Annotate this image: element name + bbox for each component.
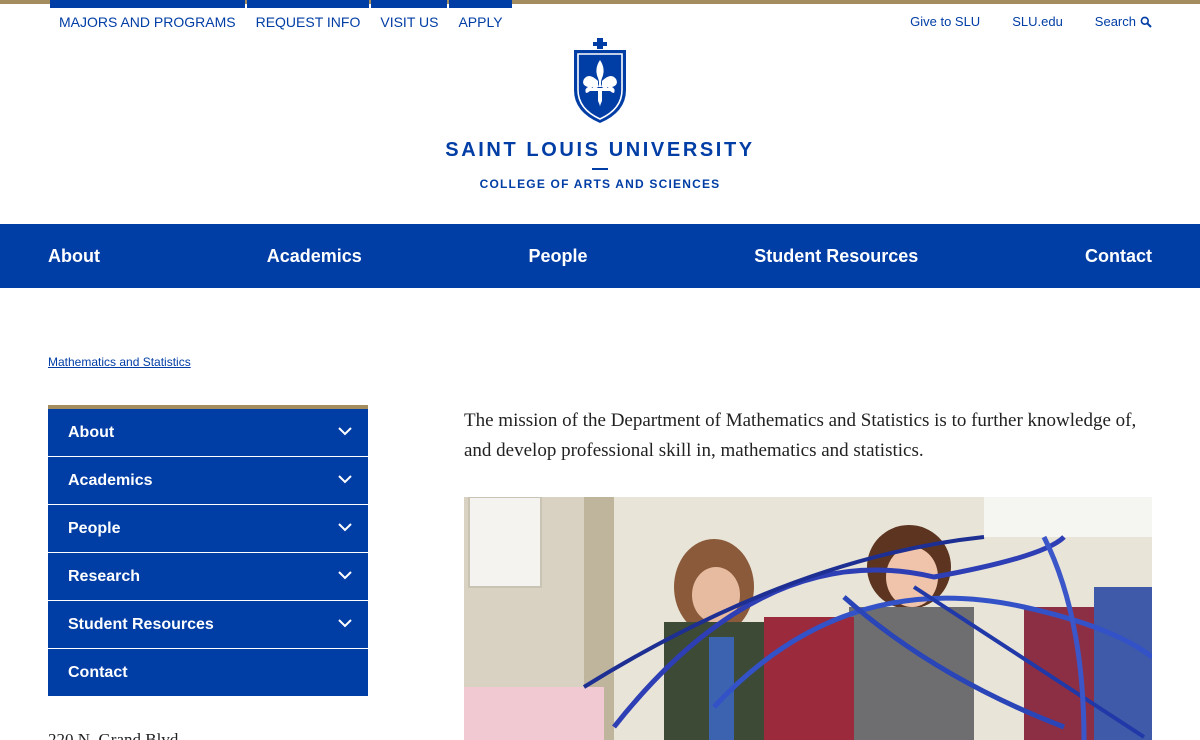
chevron-down-icon[interactable]	[338, 522, 352, 532]
chevron-down-icon[interactable]	[338, 618, 352, 628]
sidebar-item-about[interactable]: About	[48, 409, 368, 457]
sidebar-item-academics[interactable]: Academics	[48, 457, 368, 505]
students-with-ropes-image	[464, 497, 1152, 740]
apply-link[interactable]: APPLY	[449, 0, 512, 40]
sidebar-item-people[interactable]: People	[48, 505, 368, 553]
chevron-down-icon[interactable]	[338, 474, 352, 484]
department-address: 220 N. Grand Blvd.	[48, 730, 183, 740]
university-logo[interactable]: SAINT LOUIS UNIVERSITY COLLEGE OF ARTS A…	[0, 36, 1200, 191]
search-button[interactable]: Search	[1095, 14, 1152, 29]
chevron-down-icon[interactable]	[338, 570, 352, 580]
nav-academics[interactable]: Academics	[267, 246, 362, 267]
nav-student-resources[interactable]: Student Resources	[754, 246, 918, 267]
breadcrumb[interactable]: Mathematics and Statistics	[48, 355, 191, 369]
nav-contact[interactable]: Contact	[1085, 246, 1152, 267]
majors-programs-link[interactable]: MAJORS AND PROGRAMS	[50, 0, 245, 40]
sidebar-item-contact[interactable]: Contact	[48, 649, 368, 696]
sidebar-item-student-resources[interactable]: Student Resources	[48, 601, 368, 649]
request-info-link[interactable]: REQUEST INFO	[246, 0, 370, 40]
sidebar-item-label: Student Resources	[68, 615, 214, 633]
students-photo	[464, 497, 1152, 740]
utility-nav: Give to SLU SLU.edu Search	[878, 14, 1152, 29]
university-name: SAINT LOUIS UNIVERSITY	[445, 139, 755, 161]
search-label[interactable]: Search	[1095, 14, 1136, 29]
sidebar-item-research[interactable]: Research	[48, 553, 368, 601]
search-icon	[1140, 16, 1152, 28]
sidebar-item-label: About	[68, 423, 115, 441]
slu-edu-link[interactable]: SLU.edu	[1012, 14, 1063, 29]
nav-about[interactable]: About	[48, 246, 100, 267]
main-nav: About Academics People Student Resources…	[0, 224, 1200, 288]
audience-links: MAJORS AND PROGRAMS REQUEST INFO VISIT U…	[50, 0, 514, 40]
mission-statement: The mission of the Department of Mathema…	[464, 410, 1137, 461]
nav-people[interactable]: People	[528, 246, 587, 267]
visit-us-link[interactable]: VISIT US	[371, 0, 448, 40]
give-to-slu-link[interactable]: Give to SLU	[910, 14, 980, 29]
fleur-de-lis-shield-icon	[574, 38, 626, 123]
logo-divider	[592, 168, 608, 170]
sidebar-item-label: Research	[68, 567, 141, 585]
chevron-down-icon[interactable]	[338, 426, 352, 436]
college-name: COLLEGE OF ARTS AND SCIENCES	[479, 177, 721, 191]
sidebar-item-label: Contact	[68, 663, 128, 681]
sidebar-item-label: Academics	[68, 471, 153, 489]
sidebar-nav: About Academics People Research Student …	[48, 405, 368, 696]
sidebar-item-label: People	[68, 519, 121, 537]
